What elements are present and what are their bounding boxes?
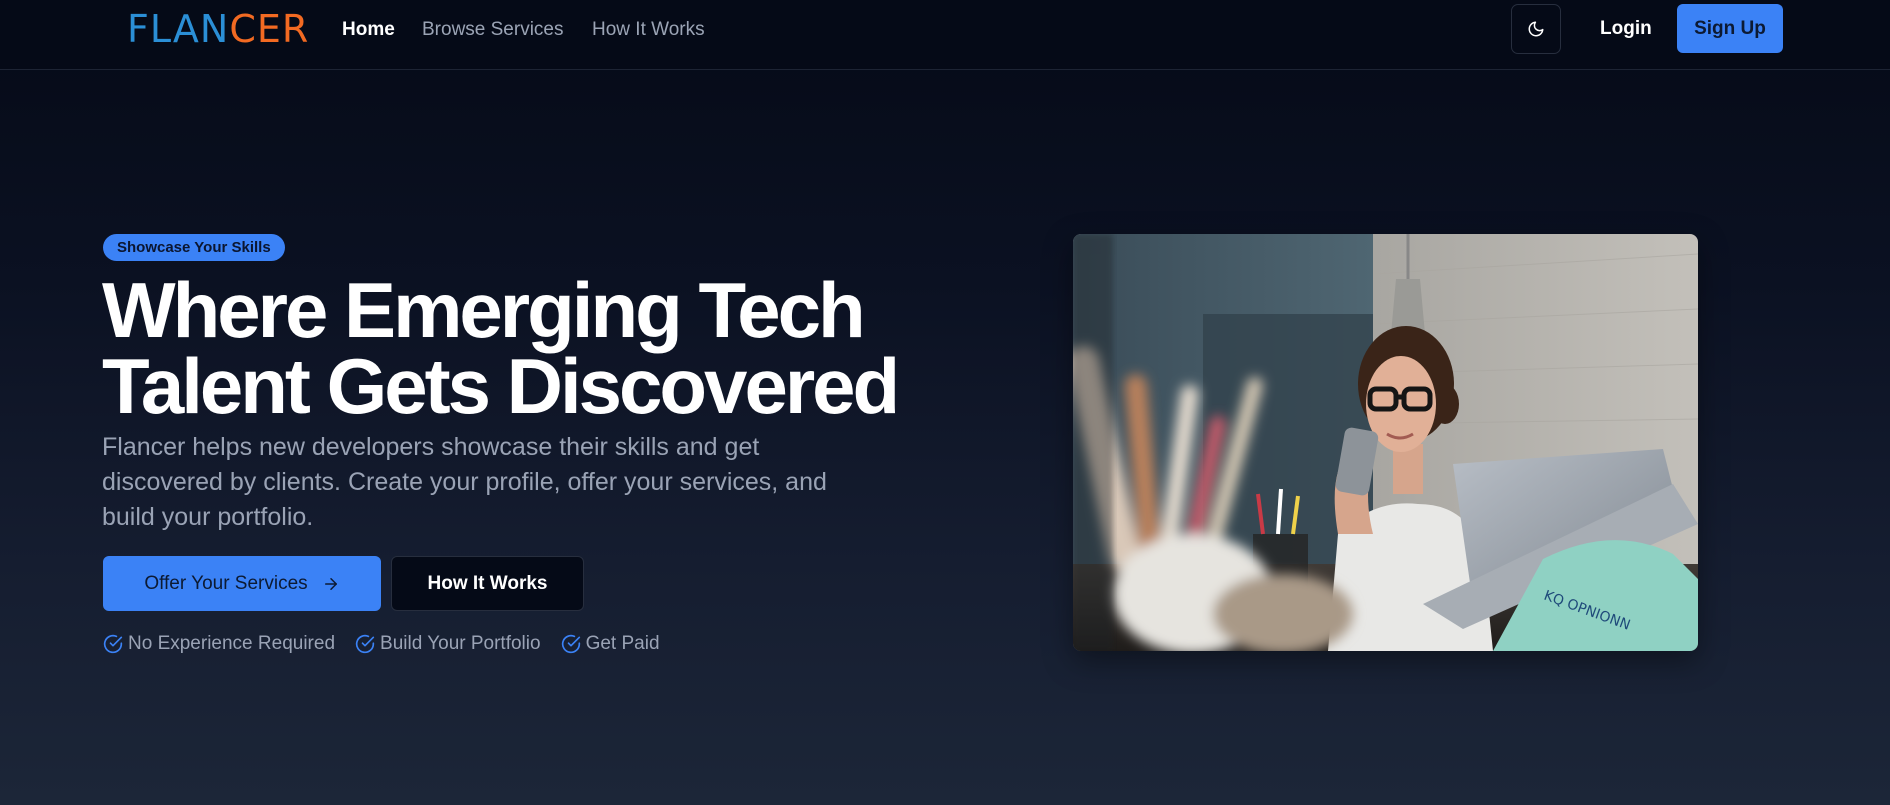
feature-label: Get Paid — [585, 633, 660, 654]
how-it-works-button[interactable]: How It Works — [391, 556, 584, 611]
hero-title-line-1: Where Emerging Tech — [102, 266, 866, 354]
feature-label: Build Your Portfolio — [380, 633, 541, 654]
logo[interactable]: FLANCER — [127, 7, 309, 51]
hero-title: Where Emerging Tech Talent Gets Discover… — [102, 271, 1002, 425]
offer-services-button[interactable]: Offer Your Services — [103, 556, 381, 611]
logo-part-1: FLAN — [127, 7, 230, 51]
feature-item: Build Your Portfolio — [355, 632, 541, 656]
nav-link-how-it-works[interactable]: How It Works — [592, 18, 705, 42]
arrow-right-icon — [324, 577, 337, 590]
check-circle-icon — [103, 634, 123, 654]
logo-part-2: CER — [229, 7, 310, 51]
hero-image: KQ OPNIONN — [1073, 234, 1698, 651]
nav-link-browse-services[interactable]: Browse Services — [422, 18, 564, 42]
check-circle-icon — [355, 634, 375, 654]
hero-title-line-2: Talent Gets Discovered — [102, 342, 900, 430]
theme-toggle-button[interactable] — [1511, 4, 1561, 54]
offer-services-label: Offer Your Services — [144, 572, 308, 594]
navbar: FLANCER Home Browse Services How It Work… — [0, 0, 1890, 70]
feature-label: No Experience Required — [128, 633, 336, 654]
check-circle-icon — [561, 634, 580, 654]
moon-icon — [1528, 21, 1544, 37]
hero-description: Flancer helps new developers showcase th… — [102, 433, 827, 531]
nav-link-home[interactable]: Home — [342, 18, 395, 42]
feature-item: Get Paid — [561, 632, 660, 656]
feature-list: No Experience Required Build Your Portfo… — [103, 632, 660, 656]
signup-button[interactable]: Sign Up — [1677, 4, 1783, 53]
hero-badge: Showcase Your Skills — [103, 234, 285, 261]
login-link[interactable]: Login — [1600, 17, 1652, 41]
feature-item: No Experience Required — [103, 632, 335, 656]
